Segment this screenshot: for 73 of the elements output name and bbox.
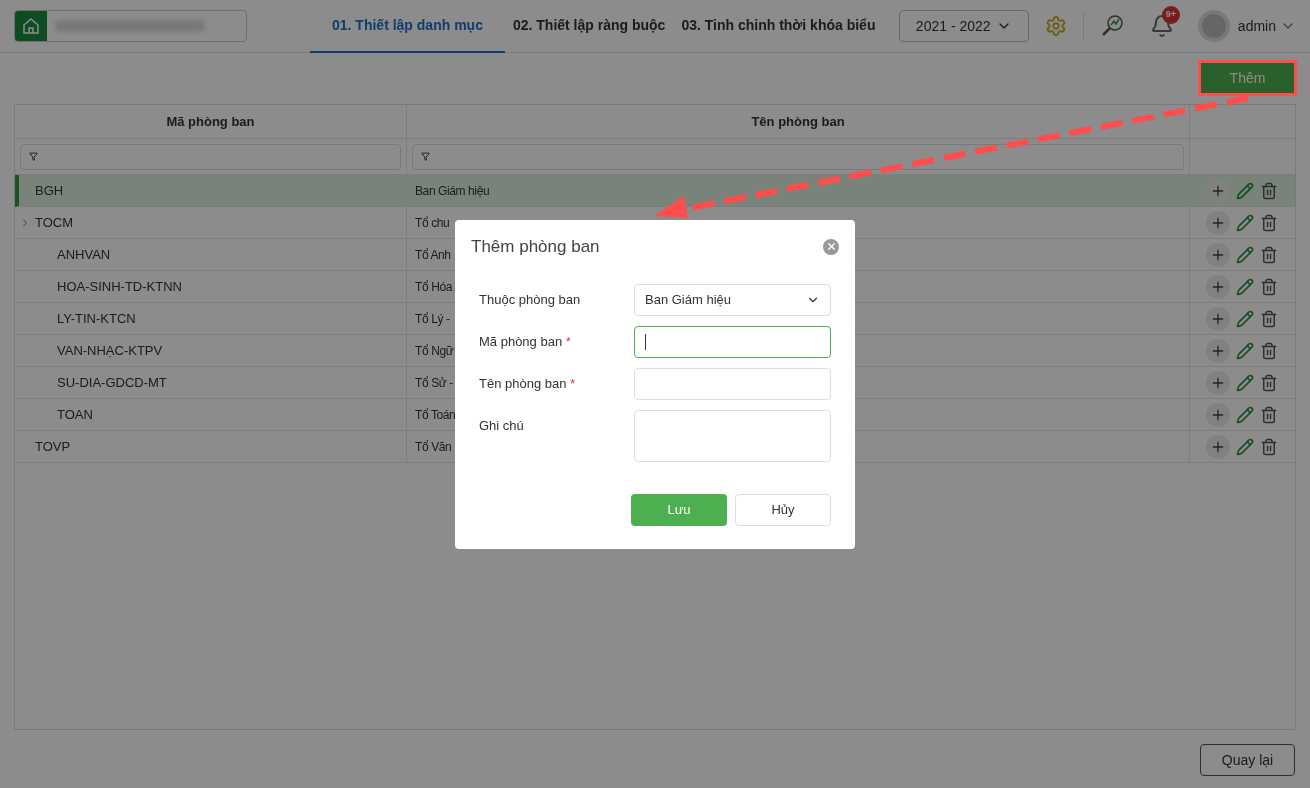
add-child-button[interactable] (1206, 178, 1230, 203)
edit-icon[interactable] (1236, 341, 1254, 360)
field-label: Tên phòng ban * (479, 374, 577, 393)
edit-icon[interactable] (1236, 437, 1254, 456)
filter-field[interactable] (20, 143, 401, 170)
save-button[interactable]: Lưu (631, 494, 727, 526)
table-cell-text: Ban Giám hiệu (415, 182, 490, 200)
trash-icon[interactable] (1260, 437, 1278, 456)
trash-icon[interactable] (1260, 245, 1278, 264)
table-cell-text: ANHVAN (56, 245, 111, 264)
department-select[interactable]: Ban Giám hiệu (634, 283, 831, 316)
edit-icon[interactable] (1236, 405, 1254, 424)
table-cell-text: HOA-SINH-TD-KTNN (56, 277, 182, 296)
nav-tab[interactable]: 03. Tinh chỉnh thời khóa biểu (673, 0, 884, 53)
trash-icon[interactable] (1260, 181, 1278, 200)
table-cell-text: Tổ Sử - (415, 374, 453, 392)
table-cell-text: LY-TIN-KTCN (56, 309, 136, 328)
trash-icon[interactable] (1260, 341, 1278, 360)
trash-icon[interactable] (1260, 309, 1278, 328)
table-cell-text: Tổ chu (415, 214, 450, 232)
filter-icon (29, 152, 38, 161)
back-button[interactable]: Quay lại (1200, 744, 1295, 776)
table-cell-text: BGH (34, 181, 64, 200)
table-cell-text: SU-DIA-GDCD-MT (56, 373, 167, 392)
table-cell-text: TOAN (56, 405, 93, 424)
input-field[interactable] (634, 325, 831, 358)
dialog-title: Thêm phòng ban (471, 236, 600, 258)
note-field[interactable] (634, 409, 831, 462)
column-header[interactable]: Tên phòng ban (407, 105, 1190, 138)
table-cell-text: Tổ Toán (415, 406, 456, 424)
trash-icon[interactable] (1260, 405, 1278, 424)
add-child-button[interactable] (1206, 242, 1230, 267)
add-child-button[interactable] (1206, 338, 1230, 363)
avatar[interactable] (1197, 10, 1230, 42)
column-header[interactable]: Mã phòng ban (15, 105, 407, 138)
cancel-button[interactable]: Hủy (735, 494, 831, 526)
table-cell-text: VAN-NHẠC-KTPV (56, 341, 163, 360)
add-child-button[interactable] (1206, 210, 1230, 235)
edit-icon[interactable] (1236, 245, 1254, 264)
filter-icon (421, 152, 430, 161)
table-cell-text: Tổ Lý - (415, 310, 450, 328)
add-child-button[interactable] (1206, 370, 1230, 395)
table-cell-text: TOCM (34, 213, 74, 232)
year-select[interactable]: 2021 - 2022 (898, 10, 1029, 42)
trash-icon[interactable] (1260, 277, 1278, 296)
settings-icon[interactable] (1044, 15, 1067, 37)
edit-icon[interactable] (1236, 181, 1254, 200)
close-button[interactable] (823, 238, 839, 255)
trash-icon[interactable] (1260, 373, 1278, 392)
add-child-button[interactable] (1206, 434, 1230, 459)
table-cell-text: Tổ Ngữ (415, 342, 454, 360)
home-icon (15, 11, 47, 41)
add-child-button[interactable] (1206, 306, 1230, 331)
field-label: Mã phòng ban * (479, 332, 572, 351)
add-child-button[interactable] (1206, 402, 1230, 427)
table-cell-text: Tổ Văn (415, 438, 452, 456)
filter-field[interactable] (412, 143, 1184, 170)
nav-tab[interactable]: 01. Thiết lập danh mục (310, 0, 505, 53)
edit-icon[interactable] (1236, 213, 1254, 232)
user-name[interactable]: admin (1237, 15, 1276, 37)
edit-icon[interactable] (1236, 309, 1254, 328)
close-icon (825, 241, 837, 253)
edit-icon[interactable] (1236, 373, 1254, 392)
table-cell-text: Tổ Anh (415, 246, 451, 264)
table-row[interactable]: BGH Ban Giám hiệu (15, 175, 1295, 207)
table-cell-text: TOVP (34, 437, 71, 456)
table-cell-text: Tổ Hóa (415, 278, 452, 296)
notification-badge: 9+ (1161, 6, 1180, 24)
add-child-button[interactable] (1206, 274, 1230, 299)
trash-icon[interactable] (1260, 213, 1278, 232)
edit-icon[interactable] (1236, 277, 1254, 296)
nav-tab[interactable]: 02. Thiết lập ràng buộc (504, 0, 674, 53)
school-selector[interactable] (14, 10, 247, 42)
